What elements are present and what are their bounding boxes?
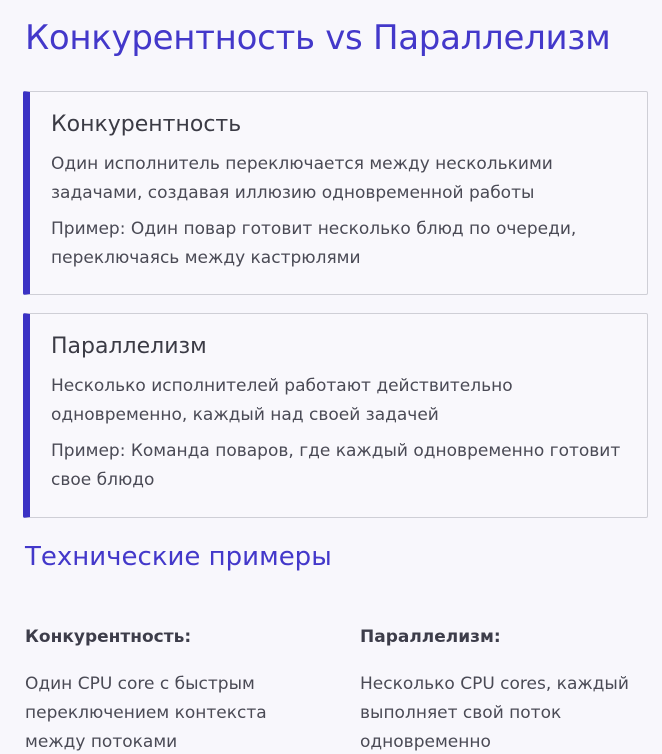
page-title: Конкурентность vs Параллелизм [25, 18, 611, 58]
tech-column-parallelism: Параллелизм: Несколько CPU cores, каждый… [360, 622, 640, 754]
tech-column-concurrency: Конкурентность: Один CPU core с быстрым … [25, 622, 305, 754]
concurrency-card: Конкурентность Один исполнитель переключ… [23, 91, 648, 295]
column-text: Несколько CPU cores, каждый выполняет св… [360, 674, 629, 752]
card-title: Параллелизм [51, 334, 207, 359]
card-description: Несколько исполнителей работают действит… [51, 376, 513, 425]
card-example: Пример: Команда поваров, где каждый одно… [51, 441, 621, 490]
tech-examples-title: Технические примеры [25, 542, 332, 572]
column-text: Один CPU core с быстрым переключением ко… [25, 674, 267, 752]
column-heading: Параллелизм: [360, 627, 501, 647]
card-title: Конкурентность [51, 112, 242, 137]
card-example: Пример: Один повар готовит несколько блю… [51, 219, 577, 268]
card-description: Один исполнитель переключается между нес… [51, 154, 553, 203]
column-heading: Конкурентность: [25, 627, 192, 647]
page: Конкурентность vs Параллелизм Конкурентн… [0, 0, 662, 754]
parallelism-card: Параллелизм Несколько исполнителей работ… [23, 313, 648, 518]
